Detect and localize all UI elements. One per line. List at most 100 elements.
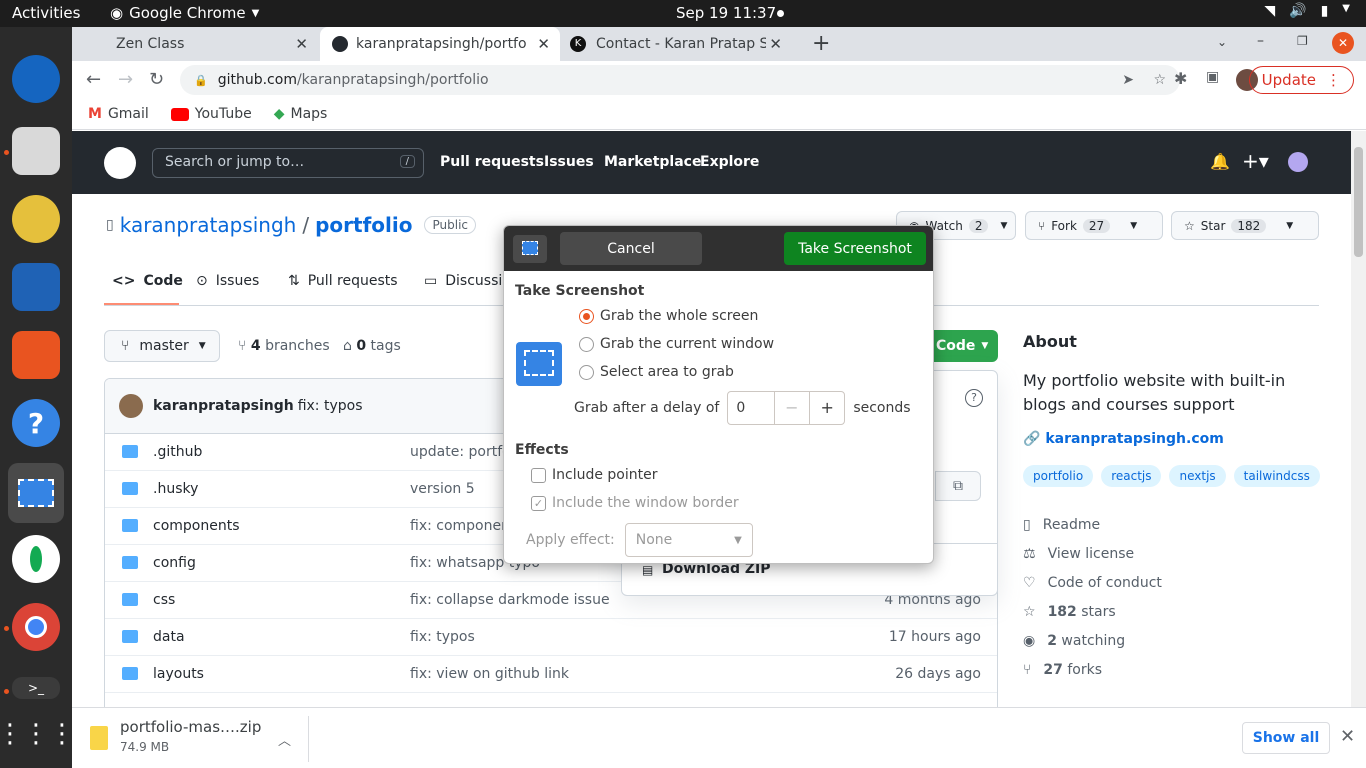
bookmark-gmail[interactable]: M Gmail: [88, 106, 149, 122]
activities-button[interactable]: Activities: [12, 4, 80, 22]
system-menu[interactable]: ◥ 🔊 ▮ ▼: [1264, 3, 1350, 19]
sidepanel-icon[interactable]: ▣: [1206, 69, 1219, 85]
chevron-up-icon[interactable]: ︿: [278, 730, 291, 749]
conduct-link[interactable]: ♡ Code of conduct: [1023, 575, 1162, 591]
tab-issues[interactable]: ⊙ Issues: [196, 273, 259, 289]
extensions-icon[interactable]: ✱: [1174, 69, 1187, 88]
increment-button[interactable]: +: [808, 392, 844, 424]
libreoffice-writer-icon[interactable]: [12, 263, 60, 311]
file-commit-message[interactable]: fix: view on github link: [410, 666, 569, 682]
send-icon[interactable]: ➤: [1122, 72, 1134, 88]
maximize-icon[interactable]: ❐: [1297, 34, 1308, 48]
update-button[interactable]: Update ⋮: [1248, 66, 1354, 94]
watching-link[interactable]: ◉ 2 watching: [1023, 633, 1125, 649]
table-row[interactable]: data fix: typos 17 hours ago: [105, 619, 997, 656]
topic-tag[interactable]: portfolio: [1023, 465, 1094, 487]
close-icon[interactable]: ✕: [537, 35, 550, 53]
radio-whole-screen[interactable]: Grab the whole screen: [579, 308, 758, 324]
file-commit-message[interactable]: version 5: [410, 481, 475, 497]
new-tab-icon[interactable]: +: [812, 31, 830, 56]
topic-tag[interactable]: nextjs: [1169, 465, 1226, 487]
reload-icon[interactable]: ↻: [149, 69, 164, 90]
thunderbird-icon[interactable]: [12, 55, 60, 103]
include-border-checkbox[interactable]: ✓ Include the window border: [531, 495, 739, 511]
commit-message[interactable]: fix: typos: [298, 398, 363, 414]
table-row[interactable]: layouts fix: view on github link 26 days a…: [105, 656, 997, 693]
download-item[interactable]: portfolio-mas….zip 74.9 MB: [90, 718, 261, 754]
branch-selector[interactable]: ⑂ master ▼: [104, 330, 220, 362]
nav-explore[interactable]: Explore: [700, 154, 759, 170]
delay-value[interactable]: 0: [728, 392, 773, 424]
radio-current-window[interactable]: Grab the current window: [579, 336, 774, 352]
nav-pull-requests[interactable]: Pull requests: [440, 154, 544, 170]
copy-button[interactable]: ⧉: [935, 471, 981, 501]
take-screenshot-button[interactable]: Take Screenshot: [784, 232, 926, 265]
nav-marketplace[interactable]: Marketplace: [604, 154, 701, 170]
tab-discussions[interactable]: ▭ Discussi: [424, 273, 502, 289]
avatar[interactable]: [119, 394, 143, 418]
tags-link[interactable]: ⌂ 0 tags: [343, 338, 401, 354]
delay-stepper[interactable]: 0 − +: [727, 391, 846, 425]
close-icon[interactable]: ✕: [1340, 726, 1355, 747]
screenshot-app-icon[interactable]: [8, 463, 64, 523]
tab-zen-class[interactable]: Zen Class ✕: [88, 27, 318, 61]
file-name[interactable]: config: [153, 555, 196, 571]
repo-name-link[interactable]: portfolio: [315, 213, 412, 237]
readme-link[interactable]: ▯ Readme: [1023, 517, 1100, 533]
page-scrollbar[interactable]: [1351, 131, 1366, 707]
nav-issues[interactable]: Issues: [544, 154, 594, 170]
topic-tag[interactable]: tailwindcss: [1233, 465, 1320, 487]
user-avatar-menu[interactable]: [1288, 152, 1308, 172]
scrollbar-thumb[interactable]: [1354, 147, 1363, 257]
chrome-icon[interactable]: [12, 603, 60, 651]
plus-menu-icon[interactable]: +▾: [1242, 149, 1269, 173]
software-center-icon[interactable]: [12, 331, 60, 379]
include-pointer-checkbox[interactable]: Include pointer: [531, 467, 658, 483]
file-commit-message[interactable]: fix: collapse darkmode issue: [410, 592, 610, 608]
tab-github-portfolio[interactable]: karanpratapsingh/portfo ✕: [320, 27, 560, 61]
tab-pull-requests[interactable]: ⇅ Pull requests: [288, 273, 398, 289]
show-all-button[interactable]: Show all: [1242, 722, 1330, 754]
mongodb-compass-icon[interactable]: [12, 535, 60, 583]
tab-search-icon[interactable]: ⌄: [1217, 35, 1227, 49]
clock[interactable]: Sep 19 11:37: [676, 4, 776, 22]
repo-owner-link[interactable]: karanpratapsingh: [120, 213, 297, 237]
file-commit-message[interactable]: fix: typos: [410, 629, 475, 645]
file-name[interactable]: data: [153, 629, 185, 645]
files-icon[interactable]: [12, 127, 60, 175]
back-icon[interactable]: ←: [86, 69, 101, 90]
file-name[interactable]: layouts: [153, 666, 204, 682]
file-name[interactable]: components: [153, 518, 240, 534]
fork-button[interactable]: ⑂ Fork 27 ▼: [1025, 211, 1163, 240]
website-link[interactable]: 🔗 karanpratapsingh.com: [1023, 431, 1323, 447]
commit-author[interactable]: karanpratapsingh: [153, 398, 294, 414]
minimize-icon[interactable]: –: [1257, 33, 1264, 49]
github-logo-icon[interactable]: [104, 147, 136, 179]
decrement-button[interactable]: −: [773, 392, 809, 424]
apply-effect-select[interactable]: None ▼: [624, 523, 753, 557]
search-input[interactable]: Search or jump to… /: [152, 148, 424, 178]
close-icon[interactable]: ✕: [769, 35, 782, 53]
forks-link[interactable]: ⑂ 27 forks: [1023, 662, 1102, 678]
help-icon[interactable]: ?: [965, 389, 983, 407]
bell-icon[interactable]: 🔔: [1210, 152, 1230, 171]
tab-code[interactable]: <> Code: [112, 273, 183, 289]
license-link[interactable]: ⚖ View license: [1023, 546, 1134, 562]
tab-contact[interactable]: K Contact - Karan Pratap Sin ✕: [562, 27, 792, 61]
app-menu[interactable]: ◉ Google Chrome ▼: [110, 4, 259, 22]
forward-icon[interactable]: →: [118, 69, 133, 90]
bookmark-youtube[interactable]: YouTube: [170, 106, 252, 122]
branches-link[interactable]: ⑂ 4 branches: [238, 338, 330, 354]
terminal-icon[interactable]: >_: [12, 677, 60, 699]
star-button[interactable]: ☆ Star 182 ▼: [1171, 211, 1319, 240]
cancel-button[interactable]: Cancel: [560, 232, 702, 265]
file-name[interactable]: .husky: [153, 481, 198, 497]
rhythmbox-icon[interactable]: [12, 195, 60, 243]
file-name[interactable]: .github: [153, 444, 202, 460]
help-icon[interactable]: ?: [12, 399, 60, 447]
close-icon[interactable]: ✕: [295, 35, 308, 53]
show-apps-icon[interactable]: ⋮⋮⋮: [0, 710, 75, 758]
window-close-icon[interactable]: ✕: [1332, 32, 1354, 54]
file-name[interactable]: css: [153, 592, 175, 608]
topic-tag[interactable]: reactjs: [1101, 465, 1162, 487]
